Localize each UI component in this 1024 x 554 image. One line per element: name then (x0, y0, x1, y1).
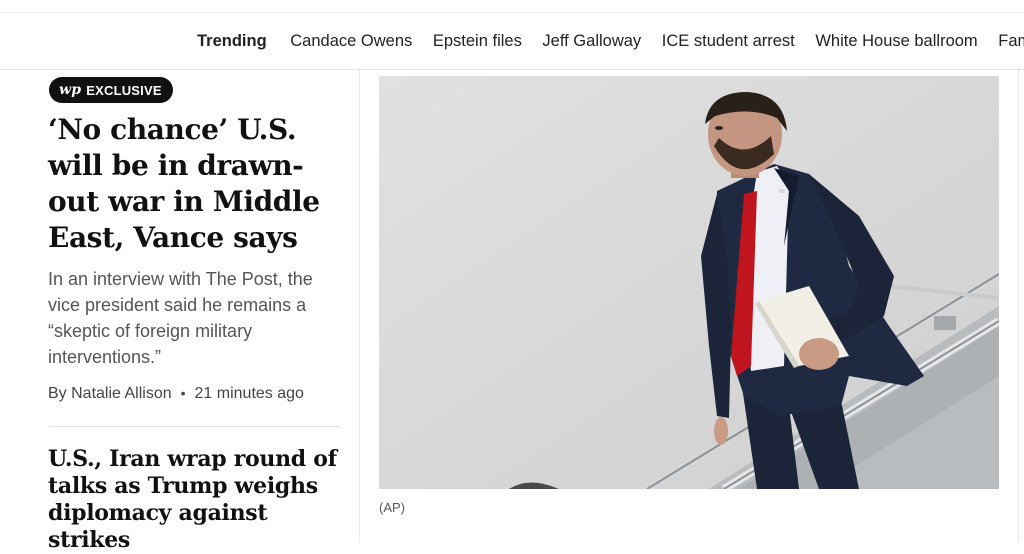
trending-link-jeff-galloway[interactable]: Jeff Galloway (542, 32, 641, 51)
exclusive-badge: wp EXCLUSIVE (49, 77, 173, 103)
column-divider (359, 70, 360, 542)
byline: By Natalie Allison • 21 minutes ago (48, 385, 304, 403)
byline-timestamp: 21 minutes ago (194, 385, 304, 402)
byline-separator: • (180, 385, 186, 401)
trending-link-ice-student-arrest[interactable]: ICE student arrest (662, 32, 795, 51)
badge-label: EXCLUSIVE (86, 82, 162, 98)
trending-link-candace-owens[interactable]: Candace Owens (290, 32, 412, 51)
nav-divider (0, 69, 1024, 70)
trending-link-epstein-files[interactable]: Epstein files (433, 32, 522, 51)
vance-photo-illustration (379, 76, 999, 489)
column-divider-right (1018, 70, 1019, 542)
trending-link-white-house-ballroom[interactable]: White House ballroom (815, 32, 977, 51)
trending-link-family[interactable]: Family (998, 32, 1024, 51)
lead-dek: In an interview with The Post, the vice … (48, 269, 313, 367)
trending-bar: Trending Candace Owens Epstein files Jef… (0, 14, 1024, 68)
trending-label: Trending (197, 32, 267, 50)
byline-author[interactable]: By Natalie Allison (48, 385, 172, 402)
photo-credit: (AP) (379, 500, 405, 515)
second-headline[interactable]: U.S., Iran wrap round of talks as Trump … (48, 446, 348, 554)
story-divider (49, 426, 339, 427)
wp-logo-icon: wp (59, 82, 82, 98)
lead-headline[interactable]: ‘No chance’ U.S. will be in drawn-out wa… (48, 112, 343, 256)
lead-photo[interactable] (379, 76, 999, 489)
top-divider (0, 12, 1024, 13)
